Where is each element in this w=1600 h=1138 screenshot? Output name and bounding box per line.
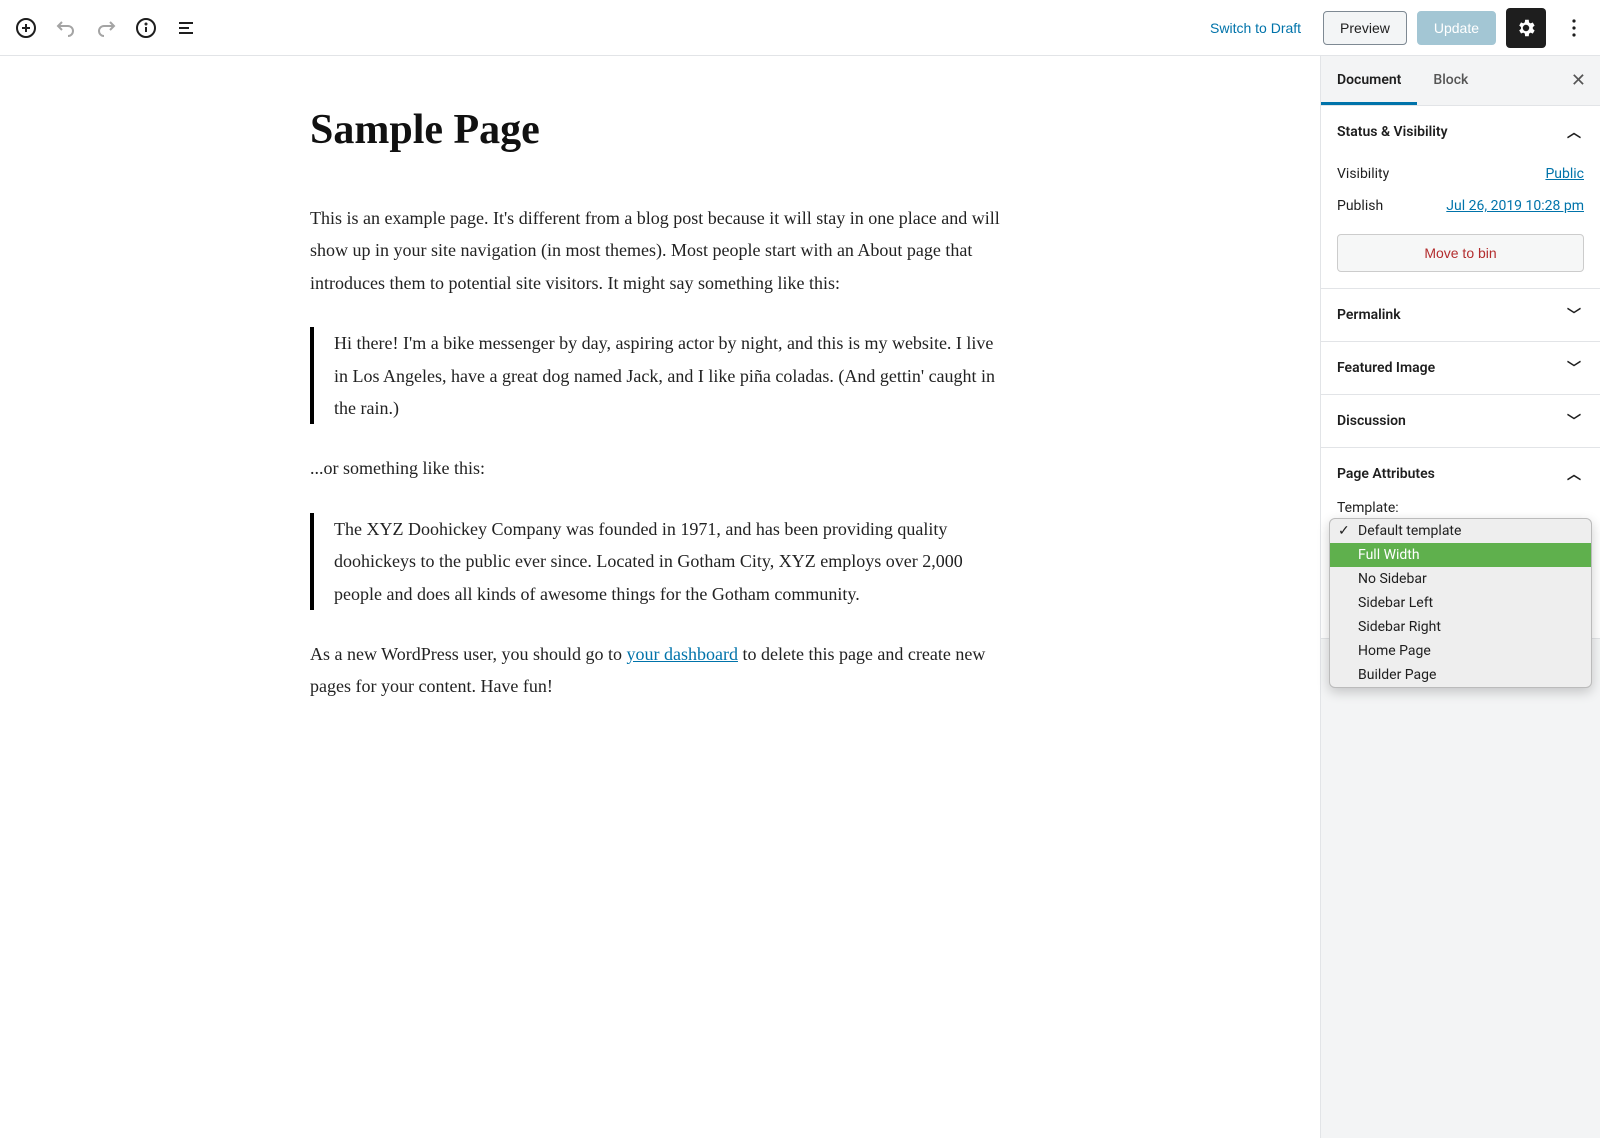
panel-body-status: Visibility Public Publish Jul 26, 2019 1… (1321, 158, 1600, 288)
template-option[interactable]: No Sidebar (1330, 567, 1591, 591)
panel-page-attributes: Page Attributes ︿ Template: Default temp… (1321, 448, 1600, 639)
panel-header-featured-image[interactable]: Featured Image ﹀ (1321, 342, 1600, 394)
panel-title: Page Attributes (1337, 466, 1435, 482)
panel-header-page-attributes[interactable]: Page Attributes ︿ (1321, 448, 1600, 500)
dashboard-link[interactable]: your dashboard (626, 644, 737, 664)
template-option[interactable]: Builder Page (1330, 663, 1591, 687)
update-button[interactable]: Update (1417, 11, 1496, 45)
visibility-value[interactable]: Public (1545, 166, 1584, 182)
template-option[interactable]: Sidebar Right (1330, 615, 1591, 639)
top-toolbar: Switch to Draft Preview Update (0, 0, 1600, 56)
paragraph-block[interactable]: ...or something like this: (310, 452, 1010, 484)
panel-header-permalink[interactable]: Permalink ﹀ (1321, 289, 1600, 341)
redo-button[interactable] (88, 10, 124, 46)
panel-header-status[interactable]: Status & Visibility ︿ (1321, 106, 1600, 158)
panel-header-discussion[interactable]: Discussion ﹀ (1321, 395, 1600, 447)
template-option[interactable]: Default template (1330, 519, 1591, 543)
add-block-button[interactable] (8, 10, 44, 46)
tab-document[interactable]: Document (1321, 56, 1417, 105)
info-button[interactable] (128, 10, 164, 46)
panel-featured-image: Featured Image ﹀ (1321, 342, 1600, 395)
template-select-wrap: Default templateFull WidthNo SidebarSide… (1337, 524, 1584, 554)
quote-block[interactable]: The XYZ Doohickey Company was founded in… (310, 513, 1010, 610)
paragraph-block[interactable]: This is an example page. It's different … (310, 202, 1010, 299)
chevron-down-icon: ﹀ (1564, 411, 1584, 431)
switch-to-draft-button[interactable]: Switch to Draft (1198, 12, 1313, 44)
move-to-bin-button[interactable]: Move to bin (1337, 234, 1584, 272)
more-options-button[interactable] (1556, 10, 1592, 46)
publish-label: Publish (1337, 198, 1383, 214)
undo-button[interactable] (48, 10, 84, 46)
chevron-up-icon: ︿ (1564, 122, 1584, 142)
panel-title: Discussion (1337, 413, 1406, 429)
panel-permalink: Permalink ﹀ (1321, 289, 1600, 342)
publish-row: Publish Jul 26, 2019 10:28 pm (1337, 190, 1584, 222)
template-label: Template: (1337, 500, 1584, 516)
sidebar-tabs: Document Block ✕ (1321, 56, 1600, 106)
toolbar-left (8, 10, 204, 46)
panel-title: Featured Image (1337, 360, 1435, 376)
publish-value[interactable]: Jul 26, 2019 10:28 pm (1446, 198, 1584, 214)
preview-button[interactable]: Preview (1323, 11, 1407, 45)
chevron-down-icon: ﹀ (1564, 358, 1584, 378)
text-fragment: As a new WordPress user, you should go t… (310, 644, 626, 664)
main-area: Sample Page This is an example page. It'… (0, 56, 1600, 1138)
template-option[interactable]: Home Page (1330, 639, 1591, 663)
quote-text: The XYZ Doohickey Company was founded in… (334, 513, 1010, 610)
visibility-label: Visibility (1337, 166, 1389, 182)
editor-canvas[interactable]: Sample Page This is an example page. It'… (0, 56, 1320, 1138)
settings-sidebar: Document Block ✕ Status & Visibility ︿ V… (1320, 56, 1600, 1138)
panel-discussion: Discussion ﹀ (1321, 395, 1600, 448)
close-sidebar-button[interactable]: ✕ (1557, 70, 1600, 91)
template-option[interactable]: Full Width (1330, 543, 1591, 567)
panel-title: Status & Visibility (1337, 124, 1448, 140)
chevron-down-icon: ﹀ (1564, 305, 1584, 325)
outline-button[interactable] (168, 10, 204, 46)
tab-block[interactable]: Block (1417, 56, 1484, 105)
settings-toggle-button[interactable] (1506, 8, 1546, 48)
toolbar-right: Switch to Draft Preview Update (1198, 8, 1592, 48)
panel-body-page-attributes: Template: Default templateFull WidthNo S… (1321, 500, 1600, 638)
template-dropdown-menu: Default templateFull WidthNo SidebarSide… (1329, 518, 1592, 688)
template-option[interactable]: Sidebar Left (1330, 591, 1591, 615)
quote-block[interactable]: Hi there! I'm a bike messenger by day, a… (310, 327, 1010, 424)
visibility-row: Visibility Public (1337, 158, 1584, 190)
editor-content: Sample Page This is an example page. It'… (290, 106, 1030, 703)
paragraph-block[interactable]: As a new WordPress user, you should go t… (310, 638, 1010, 703)
quote-text: Hi there! I'm a bike messenger by day, a… (334, 327, 1010, 424)
page-title[interactable]: Sample Page (310, 106, 1010, 154)
panel-title: Permalink (1337, 307, 1401, 323)
chevron-up-icon: ︿ (1564, 464, 1584, 484)
panel-status-visibility: Status & Visibility ︿ Visibility Public … (1321, 106, 1600, 289)
